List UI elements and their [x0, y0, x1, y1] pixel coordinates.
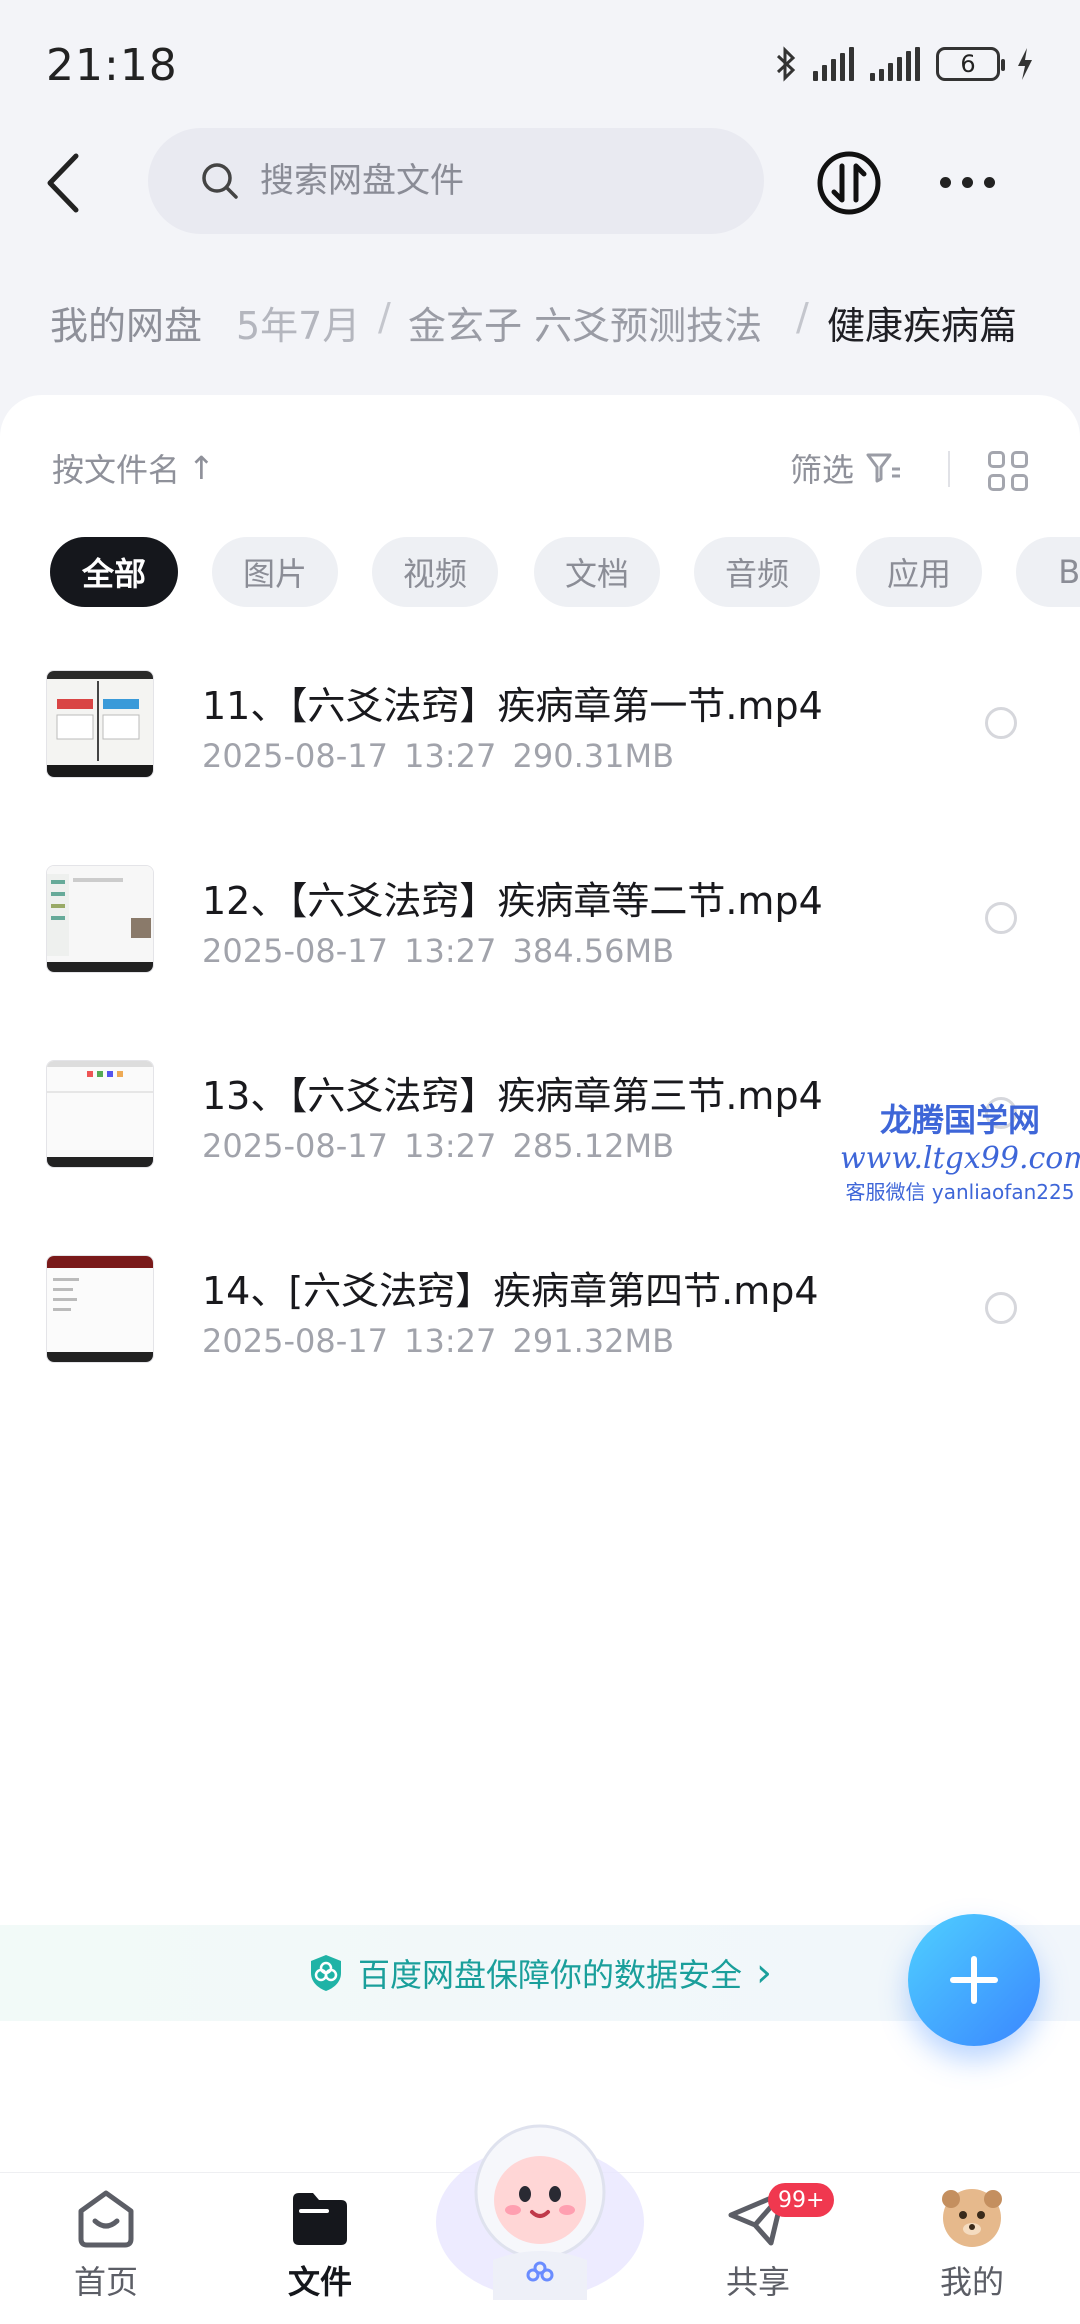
bluetooth-icon	[776, 46, 796, 82]
file-time: 13:27	[404, 1127, 497, 1165]
chip-bt[interactable]: BT	[1016, 537, 1080, 607]
battery-icon: 6	[936, 47, 1005, 81]
grid-view-icon[interactable]	[988, 451, 1028, 491]
select-radio[interactable]	[985, 707, 1017, 739]
watermark: 龙腾国学网 www.ltgx99.com 客服微信 yanliaofan225	[840, 1095, 1080, 1205]
chevron-right-icon: ›	[756, 1950, 772, 1996]
file-sheet: 按文件名 ↑ 筛选 全部 图片 视频 文档 音频 应用 BT	[0, 395, 1080, 2175]
plus-icon	[950, 1956, 998, 2004]
video-thumbnail	[46, 1060, 154, 1168]
file-row[interactable]: 14、[六爻法窍】疾病章第四节.mp4 2025-08-17 13:27 291…	[0, 1220, 1080, 1370]
add-button[interactable]	[908, 1914, 1040, 2046]
charging-icon	[1018, 48, 1032, 80]
video-thumbnail	[46, 670, 154, 778]
home-icon	[78, 2190, 134, 2248]
status-icons: 6	[775, 44, 1034, 84]
shield-icon	[310, 1955, 341, 1991]
signal-icon	[870, 47, 920, 81]
file-size: 291.32MB	[512, 1322, 675, 1360]
file-name: 12、【六爻法窍】疾病章等二节.mp4	[202, 879, 823, 923]
breadcrumb-separator: /	[378, 295, 391, 339]
search-input[interactable]	[260, 161, 700, 201]
notification-badge: 99+	[768, 2183, 835, 2217]
file-time: 13:27	[404, 932, 497, 970]
more-icon[interactable]	[940, 170, 1000, 194]
file-name: 14、[六爻法窍】疾病章第四节.mp4	[202, 1269, 819, 1313]
breadcrumb-item[interactable]: 金玄子 六爻预测技法	[408, 295, 762, 350]
chip-videos[interactable]: 视频	[372, 537, 498, 607]
file-date: 2025-08-17	[202, 1322, 388, 1360]
video-thumbnail	[46, 1255, 154, 1363]
category-chips: 全部 图片 视频 文档 音频 应用 BT	[50, 537, 1080, 607]
chip-images[interactable]: 图片	[212, 537, 338, 607]
file-name: 13、【六爻法窍】疾病章第三节.mp4	[202, 1074, 823, 1118]
file-size: 384.56MB	[512, 932, 675, 970]
search-icon	[202, 163, 238, 199]
nav-profile-label: 我的	[939, 2263, 1004, 2301]
file-date: 2025-08-17	[202, 1127, 388, 1165]
file-date: 2025-08-17	[202, 932, 388, 970]
file-time: 13:27	[404, 737, 497, 775]
nav-profile[interactable]: 我的	[902, 2187, 1042, 2317]
file-name: 11、【六爻法窍】疾病章第一节.mp4	[202, 684, 823, 728]
file-row[interactable]: 12、【六爻法窍】疾病章等二节.mp4 2025-08-17 13:27 384…	[0, 830, 1080, 980]
file-meta: 2025-08-17 13:27 285.12MB	[202, 1127, 674, 1165]
chip-documents[interactable]: 文档	[534, 537, 660, 607]
sort-button[interactable]: 按文件名 ↑	[52, 445, 215, 491]
sort-arrow-icon: ↑	[188, 449, 215, 487]
divider	[948, 451, 950, 487]
nav-home-label: 首页	[73, 2263, 138, 2301]
select-radio[interactable]	[985, 902, 1017, 934]
security-text: 百度网盘保障你的数据安全	[357, 1956, 742, 1994]
breadcrumb-current: 健康疾病篇	[827, 304, 1018, 348]
chip-all[interactable]: 全部	[50, 537, 178, 607]
watermark-contact: 客服微信 yanliaofan225	[845, 1180, 1075, 1204]
filter-label: 筛选	[790, 451, 855, 489]
file-meta: 2025-08-17 13:27 384.56MB	[202, 932, 674, 970]
nav-files-label: 文件	[287, 2263, 352, 2301]
status-bar: 21:18 6	[0, 0, 1080, 120]
file-date: 2025-08-17	[202, 737, 388, 775]
chip-audio[interactable]: 音频	[694, 537, 820, 607]
sort-label: 按文件名	[52, 451, 181, 489]
search-bar[interactable]	[148, 128, 764, 234]
filter-button[interactable]: 筛选	[790, 445, 902, 491]
filter-icon	[866, 453, 901, 483]
signal-icon	[813, 47, 854, 81]
file-time: 13:27	[404, 1322, 497, 1360]
nav-share[interactable]: 共享 99+	[688, 2183, 835, 2317]
transfer-icon[interactable]	[816, 150, 882, 216]
battery-level: 6	[960, 50, 976, 78]
breadcrumb-separator: /	[796, 295, 809, 339]
breadcrumb-item[interactable]: 5年7月	[236, 295, 360, 350]
select-radio[interactable]	[985, 1292, 1017, 1324]
avatar	[942, 2189, 1002, 2247]
nav-home[interactable]: 首页	[36, 2187, 176, 2317]
back-icon[interactable]	[40, 150, 88, 216]
nav-share-label: 共享	[725, 2263, 790, 2301]
breadcrumb-root[interactable]: 我的网盘	[50, 295, 217, 350]
file-meta: 2025-08-17 13:27 290.31MB	[202, 737, 674, 775]
file-row[interactable]: 11、【六爻法窍】疾病章第一节.mp4 2025-08-17 13:27 290…	[0, 635, 1080, 785]
breadcrumb: 5年7月 / 金玄子 六爻预测技法 / 健康疾病篇 我的网盘	[0, 285, 1080, 371]
mascot-icon[interactable]	[433, 2110, 647, 2300]
chip-apps[interactable]: 应用	[856, 537, 982, 607]
file-meta: 2025-08-17 13:27 291.32MB	[202, 1322, 674, 1360]
folder-icon	[293, 2193, 347, 2245]
video-thumbnail	[46, 865, 154, 973]
nav-files[interactable]: 文件	[250, 2187, 390, 2317]
file-size: 285.12MB	[512, 1127, 675, 1165]
watermark-title: 龙腾国学网	[879, 1101, 1040, 1139]
status-time: 21:18	[46, 40, 178, 91]
watermark-url: www.ltgx99.com	[840, 1141, 1080, 1176]
file-size: 290.31MB	[512, 737, 675, 775]
